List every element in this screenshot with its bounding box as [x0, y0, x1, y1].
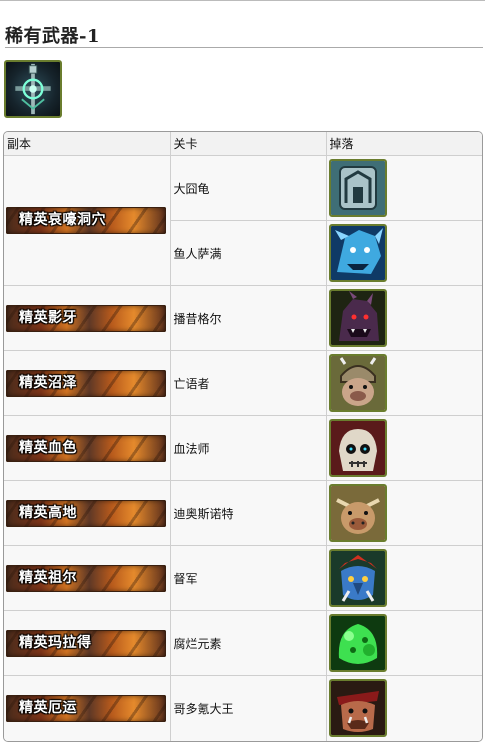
dungeon-banner[interactable]: 精英厄运 — [6, 694, 166, 722]
table-row: 精英哀嚎洞穴 大囧龟 — [4, 155, 482, 286]
glowing-sword-icon[interactable] — [4, 60, 62, 118]
table-row: 精英高地 迪奥斯诺特 — [4, 480, 482, 546]
stage-cell: 血法师 — [169, 415, 327, 481]
drop-cell — [325, 350, 482, 416]
quilboar-deathspeaker-icon[interactable] — [328, 354, 387, 412]
dungeon-cell: 精英血色 — [4, 415, 171, 481]
table-row: 精英影牙 播昔格尔 — [4, 285, 482, 351]
dungeon-cell: 精英哀嚎洞穴 — [4, 155, 171, 286]
drop-cell — [325, 220, 482, 286]
drop-cell — [325, 155, 482, 221]
drop-cell — [325, 480, 482, 546]
dungeon-name: 精英哀嚎洞穴 — [19, 212, 106, 228]
dungeon-cell: 精英厄运 — [4, 675, 171, 741]
stage-cell: 迪奥斯诺特 — [169, 480, 327, 546]
drop-cell — [325, 610, 482, 676]
header-stage: 关卡 — [169, 132, 327, 156]
dungeon-banner[interactable]: 精英哀嚎洞穴 — [6, 207, 166, 234]
drop-table: 副本 关卡 掉落 精英哀嚎洞穴 大囧龟 鱼人萨满 精英影牙 播昔格尔 精英沼泽 … — [3, 131, 483, 742]
drop-cell — [325, 285, 482, 351]
header-drop: 掉落 — [325, 132, 482, 156]
table-row: 精英血色 血法师 — [4, 415, 482, 481]
dungeon-banner[interactable]: 精英玛拉得 — [6, 629, 166, 657]
dungeon-cell: 精英玛拉得 — [4, 610, 171, 676]
dungeon-cell: 精英影牙 — [4, 285, 171, 351]
dungeon-banner[interactable]: 精英高地 — [6, 499, 166, 527]
page-title: 稀有武器-1 — [5, 26, 100, 47]
dungeon-banner[interactable]: 精英沼泽 — [6, 369, 166, 397]
blue-murloc-icon[interactable] — [328, 224, 387, 282]
dungeon-name: 精英厄运 — [19, 699, 77, 716]
stage-cell: 亡语者 — [169, 350, 327, 416]
dungeon-banner[interactable]: 精英血色 — [6, 434, 166, 462]
dungeon-name: 精英玛拉得 — [19, 634, 92, 651]
drop-cell — [325, 415, 482, 481]
dungeon-banner[interactable]: 精英影牙 — [6, 304, 166, 332]
quilboar-chief-icon[interactable] — [328, 484, 387, 542]
top-divider — [0, 0, 485, 1]
tortoise-shell-icon[interactable] — [328, 159, 387, 217]
stage-cell: 哥多氪大王 — [169, 675, 327, 741]
skull-bloodmage-icon[interactable] — [328, 419, 387, 477]
stage-cell: 大囧龟 — [169, 155, 327, 221]
dungeon-cell: 精英祖尔 — [4, 545, 171, 611]
troll-warlord-icon[interactable] — [328, 549, 387, 607]
dungeon-cell: 精英高地 — [4, 480, 171, 546]
table-row: 精英沼泽 亡语者 — [4, 350, 482, 416]
dungeon-name: 精英影牙 — [19, 309, 77, 326]
stage-cell: 腐烂元素 — [169, 610, 327, 676]
table-header-row: 副本 关卡 掉落 — [4, 132, 482, 156]
dark-worgen-icon[interactable] — [328, 289, 387, 347]
stage-cell: 鱼人萨满 — [170, 220, 327, 286]
ogre-king-icon[interactable] — [328, 679, 387, 738]
dungeon-name: 精英沼泽 — [19, 374, 77, 391]
drop-cell — [325, 675, 482, 741]
table-row: 精英玛拉得 腐烂元素 — [4, 610, 482, 676]
dungeon-banner[interactable]: 精英祖尔 — [6, 564, 166, 592]
dungeon-name: 精英血色 — [19, 439, 77, 456]
dungeon-name: 精英祖尔 — [19, 569, 77, 586]
green-slime-elemental-icon[interactable] — [328, 614, 387, 672]
table-row: 精英祖尔 督军 — [4, 545, 482, 611]
stage-cell: 督军 — [169, 545, 327, 611]
drop-cell — [325, 545, 482, 611]
header-dungeon: 副本 — [4, 132, 171, 156]
stage-cell: 播昔格尔 — [169, 285, 327, 351]
dungeon-cell: 精英沼泽 — [4, 350, 171, 416]
table-row: 精英厄运 哥多氪大王 — [4, 675, 482, 741]
dungeon-name: 精英高地 — [19, 504, 77, 521]
title-divider — [5, 47, 483, 48]
